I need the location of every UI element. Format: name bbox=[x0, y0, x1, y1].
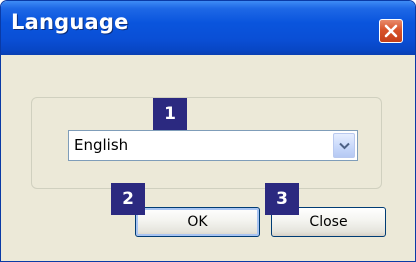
language-dropdown-button[interactable] bbox=[333, 133, 355, 158]
chevron-down-icon bbox=[339, 142, 350, 150]
window-close-button[interactable] bbox=[379, 19, 403, 43]
language-select[interactable]: English bbox=[68, 130, 358, 161]
language-dialog: Language English OK Close 1 2 3 bbox=[0, 0, 416, 262]
close-icon bbox=[384, 24, 398, 38]
step-marker-1: 1 bbox=[153, 98, 187, 130]
dialog-body: English OK Close 1 2 3 bbox=[4, 55, 412, 260]
title-bar[interactable]: Language bbox=[1, 1, 415, 55]
window-title: Language bbox=[11, 10, 129, 34]
ok-button[interactable]: OK bbox=[135, 207, 260, 237]
step-marker-3: 3 bbox=[265, 183, 299, 215]
language-select-value: English bbox=[74, 136, 129, 154]
step-marker-2: 2 bbox=[111, 183, 145, 215]
